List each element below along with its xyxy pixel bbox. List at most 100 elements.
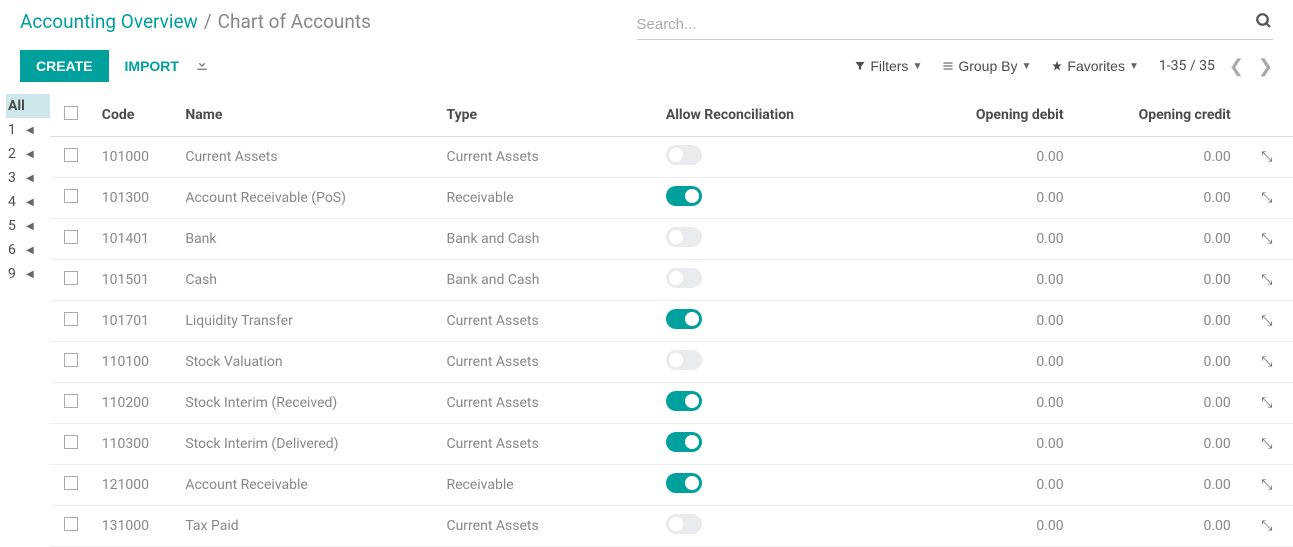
header-debit[interactable]: Opening debit <box>907 94 1074 137</box>
letter-filter-all[interactable]: All <box>6 94 50 118</box>
header-type[interactable]: Type <box>436 94 655 137</box>
create-button[interactable]: CREATE <box>20 50 109 82</box>
cell-debit[interactable]: 0.00 <box>907 342 1074 383</box>
pager-range[interactable]: 1-35 / 35 <box>1159 58 1215 74</box>
cell-debit[interactable]: 0.00 <box>907 260 1074 301</box>
cell-code[interactable]: 101000 <box>92 137 176 178</box>
cell-debit[interactable]: 0.00 <box>907 301 1074 342</box>
cell-type[interactable]: Bank and Cash <box>436 260 655 301</box>
cell-credit[interactable]: 0.00 <box>1074 301 1241 342</box>
letter-filter-2[interactable]: 2◀ <box>6 142 50 166</box>
expand-icon[interactable]: ⤡ <box>1261 436 1272 452</box>
cell-name[interactable]: Stock Interim (Received) <box>175 383 436 424</box>
reconcile-toggle[interactable] <box>666 350 702 370</box>
letter-filter-9[interactable]: 9◀ <box>6 262 50 286</box>
cell-name[interactable]: Current Assets <box>175 137 436 178</box>
cell-code[interactable]: 101401 <box>92 219 176 260</box>
reconcile-toggle[interactable] <box>666 227 702 247</box>
cell-credit[interactable]: 0.00 <box>1074 506 1241 547</box>
table-row[interactable]: 101501CashBank and Cash0.000.00⤡ <box>50 260 1293 301</box>
table-row[interactable]: 110200Stock Interim (Received)Current As… <box>50 383 1293 424</box>
table-row[interactable]: 110300Stock Interim (Delivered)Current A… <box>50 424 1293 465</box>
cell-name[interactable]: Cash <box>175 260 436 301</box>
row-checkbox[interactable] <box>64 353 78 367</box>
cell-credit[interactable]: 0.00 <box>1074 424 1241 465</box>
cell-debit[interactable]: 0.00 <box>907 506 1074 547</box>
cell-credit[interactable]: 0.00 <box>1074 219 1241 260</box>
row-checkbox[interactable] <box>64 476 78 490</box>
pager-next[interactable]: ❯ <box>1258 56 1273 77</box>
cell-type[interactable]: Bank and Cash <box>436 219 655 260</box>
reconcile-toggle[interactable] <box>666 268 702 288</box>
groupby-button[interactable]: Group By ▼ <box>942 58 1031 74</box>
select-all-checkbox[interactable] <box>64 106 78 120</box>
cell-credit[interactable]: 0.00 <box>1074 342 1241 383</box>
row-checkbox[interactable] <box>64 271 78 285</box>
download-icon[interactable] <box>195 57 209 75</box>
cell-debit[interactable]: 0.00 <box>907 137 1074 178</box>
cell-type[interactable]: Current Assets <box>436 342 655 383</box>
cell-credit[interactable]: 0.00 <box>1074 260 1241 301</box>
import-button[interactable]: IMPORT <box>125 58 179 74</box>
table-row[interactable]: 110100Stock ValuationCurrent Assets 0.000… <box>50 342 1293 383</box>
header-code[interactable]: Code <box>92 94 176 137</box>
pager-prev[interactable]: ❮ <box>1229 56 1244 77</box>
cell-code[interactable]: 101501 <box>92 260 176 301</box>
cell-type[interactable]: Current Assets <box>436 424 655 465</box>
cell-code[interactable]: 110200 <box>92 383 176 424</box>
reconcile-toggle[interactable] <box>666 186 702 206</box>
reconcile-toggle[interactable] <box>666 432 702 452</box>
breadcrumb-root[interactable]: Accounting Overview <box>20 10 198 33</box>
table-row[interactable]: 131000Tax PaidCurrent Assets0.000.00⤡ <box>50 506 1293 547</box>
cell-code[interactable]: 101300 <box>92 178 176 219</box>
expand-icon[interactable]: ⤡ <box>1261 231 1272 247</box>
reconcile-toggle[interactable] <box>666 473 702 493</box>
cell-debit[interactable]: 0.00 <box>907 219 1074 260</box>
reconcile-toggle[interactable] <box>666 309 702 329</box>
search-icon[interactable] <box>1255 12 1273 35</box>
expand-icon[interactable]: ⤡ <box>1261 354 1272 370</box>
cell-credit[interactable]: 0.00 <box>1074 137 1241 178</box>
expand-icon[interactable]: ⤡ <box>1261 477 1272 493</box>
row-checkbox[interactable] <box>64 148 78 162</box>
row-checkbox[interactable] <box>64 312 78 326</box>
cell-type[interactable]: Receivable <box>436 465 655 506</box>
cell-code[interactable]: 101701 <box>92 301 176 342</box>
cell-debit[interactable]: 0.00 <box>907 424 1074 465</box>
cell-code[interactable]: 110300 <box>92 424 176 465</box>
cell-type[interactable]: Receivable <box>436 178 655 219</box>
cell-credit[interactable]: 0.00 <box>1074 383 1241 424</box>
cell-debit[interactable]: 0.00 <box>907 383 1074 424</box>
favorites-button[interactable]: Favorites ▼ <box>1051 58 1138 74</box>
expand-icon[interactable]: ⤡ <box>1261 313 1272 329</box>
letter-filter-3[interactable]: 3◀ <box>6 166 50 190</box>
row-checkbox[interactable] <box>64 230 78 244</box>
letter-filter-4[interactable]: 4◀ <box>6 190 50 214</box>
row-checkbox[interactable] <box>64 435 78 449</box>
cell-type[interactable]: Current Assets <box>436 506 655 547</box>
header-name[interactable]: Name <box>175 94 436 137</box>
filters-button[interactable]: Filters ▼ <box>854 58 922 74</box>
expand-icon[interactable]: ⤡ <box>1261 149 1272 165</box>
reconcile-toggle[interactable] <box>666 391 702 411</box>
cell-credit[interactable]: 0.00 <box>1074 178 1241 219</box>
header-credit[interactable]: Opening credit <box>1074 94 1241 137</box>
cell-name[interactable]: Tax Paid <box>175 506 436 547</box>
cell-name[interactable]: Stock Valuation <box>175 342 436 383</box>
cell-name[interactable]: Bank <box>175 219 436 260</box>
cell-name[interactable]: Account Receivable (PoS) <box>175 178 436 219</box>
reconcile-toggle[interactable] <box>666 145 702 165</box>
header-recon[interactable]: Allow Reconciliation <box>656 94 907 137</box>
cell-type[interactable]: Current Assets <box>436 383 655 424</box>
reconcile-toggle[interactable] <box>666 514 702 534</box>
cell-code[interactable]: 121000 <box>92 465 176 506</box>
search-input[interactable] <box>637 10 1274 39</box>
cell-code[interactable]: 110100 <box>92 342 176 383</box>
cell-type[interactable]: Current Assets <box>436 301 655 342</box>
expand-icon[interactable]: ⤡ <box>1261 518 1272 534</box>
cell-credit[interactable]: 0.00 <box>1074 465 1241 506</box>
row-checkbox[interactable] <box>64 189 78 203</box>
expand-icon[interactable]: ⤡ <box>1261 395 1272 411</box>
table-row[interactable]: 121000Account ReceivableReceivable0.000.… <box>50 465 1293 506</box>
cell-type[interactable]: Current Assets <box>436 137 655 178</box>
